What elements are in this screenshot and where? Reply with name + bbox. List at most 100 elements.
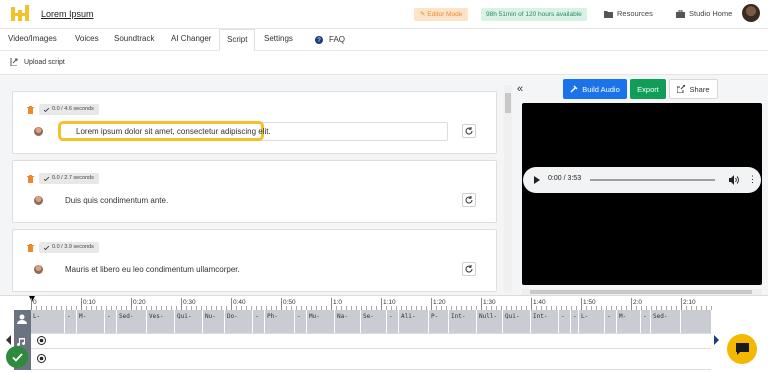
timeline-clip[interactable]: M- bbox=[617, 310, 641, 333]
chat-support-button[interactable] bbox=[727, 334, 757, 364]
scrollbar-thumb[interactable] bbox=[505, 93, 511, 113]
timeline-clip[interactable]: Na- bbox=[335, 310, 361, 333]
ruler-tick bbox=[481, 298, 482, 310]
timeline-clip[interactable]: Ph- bbox=[265, 310, 295, 333]
folder-icon bbox=[604, 10, 613, 18]
voice-avatar[interactable] bbox=[34, 127, 43, 136]
add-track-button[interactable] bbox=[33, 333, 49, 347]
ruler-tick bbox=[231, 298, 232, 310]
voice-avatar[interactable] bbox=[34, 265, 43, 274]
timeline-clip[interactable]: Nu- bbox=[203, 310, 225, 333]
script-line-text[interactable]: Mauris et libero eu leo condimentum ulla… bbox=[65, 265, 240, 274]
duration-text: 0.0 / 2.7 seconds bbox=[52, 175, 94, 181]
timeline-clip[interactable]: P- bbox=[429, 310, 449, 333]
timeline-clip[interactable]: Mu- bbox=[307, 310, 335, 333]
timeline-clip[interactable]: - bbox=[387, 310, 399, 333]
timeline-clip[interactable]: Null- bbox=[477, 310, 503, 333]
build-audio-label: Build Audio bbox=[582, 84, 620, 94]
timeline-scroll-left-icon[interactable] bbox=[6, 335, 11, 345]
resources-link[interactable]: Resources bbox=[604, 9, 653, 18]
regenerate-button[interactable] bbox=[462, 193, 476, 207]
chat-bubble-icon bbox=[735, 343, 749, 355]
build-audio-button[interactable]: Build Audio bbox=[563, 79, 627, 99]
timeline-clip[interactable]: Int- bbox=[449, 310, 477, 333]
timeline-clip[interactable]: - bbox=[641, 310, 651, 333]
timeline-ruler[interactable]: 0 0:10 0:20 0:30 0:40 0:50 1:0 1:10 1:20 1:30 1:40… bbox=[31, 298, 712, 310]
scrollbar-thumb[interactable] bbox=[530, 290, 752, 294]
regenerate-button[interactable] bbox=[462, 124, 476, 138]
tab-video-images[interactable]: Video/Images bbox=[8, 29, 57, 51]
upload-script-button[interactable]: Upload script bbox=[10, 58, 65, 66]
timeline-clip[interactable]: Se- bbox=[361, 310, 387, 333]
play-icon[interactable] bbox=[534, 176, 540, 184]
trash-icon[interactable] bbox=[27, 244, 34, 252]
audio-player[interactable]: 0:00 / 3:53 ⋮ bbox=[523, 167, 761, 193]
trash-icon[interactable] bbox=[27, 175, 34, 183]
tab-voices[interactable]: Voices bbox=[75, 29, 99, 51]
brand-logo-icon[interactable] bbox=[11, 5, 29, 23]
timeline-clip[interactable]: M- bbox=[77, 310, 105, 333]
script-line-text[interactable]: Duis quis condimentum ante. bbox=[65, 196, 168, 205]
status-check-button[interactable] bbox=[6, 346, 28, 368]
timeline-clip[interactable]: - bbox=[253, 310, 265, 333]
timeline-clip[interactable]: Int- bbox=[531, 310, 559, 333]
script-line-text[interactable]: Lorem ipsum dolor sit amet, consectetur … bbox=[76, 127, 271, 136]
timeline-clip[interactable]: - bbox=[65, 310, 77, 333]
timeline-clip[interactable]: - bbox=[559, 310, 571, 333]
hammer-icon bbox=[570, 85, 578, 93]
user-avatar[interactable] bbox=[742, 4, 760, 22]
timeline-clip[interactable]: L- bbox=[579, 310, 605, 333]
tab-script[interactable]: Script bbox=[219, 29, 256, 51]
editor-mode-badge[interactable]: ✎ Editor Mode bbox=[414, 8, 469, 21]
brand-name-link[interactable]: Lorem Ipsum bbox=[41, 9, 94, 19]
ruler-tick-label: 2:10 bbox=[683, 299, 696, 306]
duration-badge: 0.0 / 4.6 seconds bbox=[39, 104, 99, 115]
video-preview[interactable]: 0:00 / 3:53 ⋮ bbox=[522, 103, 762, 285]
ruler-tick bbox=[31, 298, 32, 310]
timeline-clip[interactable]: Sed- bbox=[651, 310, 681, 333]
timeline-clip[interactable]: - bbox=[295, 310, 307, 333]
tab-settings[interactable]: Settings bbox=[264, 29, 293, 51]
faq-label: FAQ bbox=[329, 35, 346, 44]
ruler-tick-label: 0:50 bbox=[283, 299, 296, 306]
tab-ai-changer[interactable]: AI Changer bbox=[171, 29, 211, 51]
add-music-track-button[interactable] bbox=[33, 351, 49, 365]
timeline-clip[interactable]: Ali- bbox=[399, 310, 429, 333]
ruler-tick-label: 1:10 bbox=[383, 299, 396, 306]
share-button[interactable]: Share bbox=[669, 79, 718, 99]
ruler-minor-tick bbox=[711, 306, 712, 310]
more-options-icon[interactable]: ⋮ bbox=[748, 174, 757, 184]
timeline-scroll-right-icon[interactable] bbox=[714, 335, 719, 345]
ruler-tick bbox=[531, 298, 532, 310]
trash-icon[interactable] bbox=[27, 106, 34, 114]
volume-icon[interactable] bbox=[729, 175, 739, 185]
duration-badge: 0.0 / 3.9 seconds bbox=[39, 242, 99, 253]
voice-track[interactable]: L- - M- - Sed- Ves- Qui- Nu- Do- - Ph- - Mu- Na- Se- - A… bbox=[31, 310, 711, 333]
script-line-card: 0.0 / 4.6 seconds Lorem ipsum dolor sit … bbox=[12, 91, 497, 154]
timeline-clip[interactable]: Sed- bbox=[117, 310, 147, 333]
regenerate-button[interactable] bbox=[462, 262, 476, 276]
script-scrollbar[interactable] bbox=[504, 85, 512, 293]
tab-soundtrack[interactable]: Soundtrack bbox=[114, 29, 154, 51]
timeline-clip[interactable]: Ves- bbox=[147, 310, 175, 333]
tab-faq[interactable]: ? FAQ bbox=[315, 29, 345, 51]
timeline-clip[interactable]: - bbox=[571, 310, 579, 333]
top-header: Lorem Ipsum ✎ Editor Mode 98h 51min of 1… bbox=[0, 0, 768, 29]
timeline: 0 0:10 0:20 0:30 0:40 0:50 1:0 1:10 1:20 1:30 1:40… bbox=[0, 295, 768, 373]
timeline-clip[interactable]: L- bbox=[31, 310, 65, 333]
voice-avatar[interactable] bbox=[34, 196, 43, 205]
main-nav: Video/Images Voices Soundtrack AI Change… bbox=[0, 29, 768, 51]
timeline-clip[interactable]: Do- bbox=[225, 310, 253, 333]
timeline-clip[interactable]: - bbox=[105, 310, 117, 333]
collapse-panel-button[interactable]: « bbox=[517, 83, 523, 95]
ruler-tick bbox=[81, 298, 82, 310]
timeline-clip[interactable]: Qui- bbox=[175, 310, 203, 333]
timeline-clip[interactable]: Qui- bbox=[503, 310, 531, 333]
refresh-icon bbox=[465, 127, 473, 135]
export-button[interactable]: Export bbox=[630, 79, 666, 99]
seek-bar[interactable] bbox=[590, 179, 715, 181]
ruler-tick bbox=[281, 298, 282, 310]
studio-home-link[interactable]: Studio Home bbox=[676, 9, 732, 18]
ruler-tick bbox=[381, 298, 382, 310]
timeline-clip[interactable]: - bbox=[605, 310, 617, 333]
